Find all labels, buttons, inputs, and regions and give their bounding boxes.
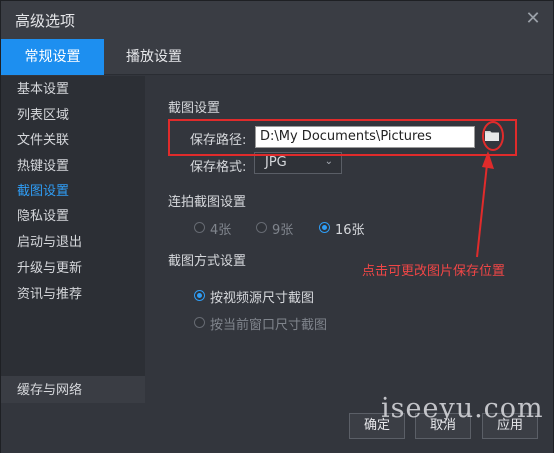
burst-option-16[interactable]: 16张: [319, 219, 379, 238]
annotation-arrow-icon: [476, 151, 494, 258]
burst-section-title: 连拍截图设置: [168, 195, 247, 210]
mode-option-window-size[interactable]: 按当前窗口尺寸截图: [194, 314, 354, 333]
radio-icon: [194, 317, 205, 328]
sidebar-item-news[interactable]: 资讯与推荐: [17, 284, 82, 306]
tab-bar: 常规设置 播放设置: [1, 39, 553, 75]
annotation-highlight-circle: [482, 121, 504, 151]
radio-selected-icon: [194, 290, 205, 301]
sidebar-item-label: 缓存与网络: [17, 383, 83, 398]
tab-general-settings[interactable]: 常规设置: [1, 39, 104, 75]
save-format-value: JPG: [265, 155, 287, 170]
tab-playback-settings[interactable]: 播放设置: [104, 39, 204, 75]
sidebar-item-screenshot[interactable]: 截图设置: [17, 181, 69, 203]
annotation-text: 点击可更改图片保存位置: [362, 264, 506, 279]
mode-option-video-source[interactable]: 按视频源尺寸截图: [194, 287, 334, 306]
radio-icon: [256, 222, 267, 233]
radio-icon: [194, 222, 205, 233]
window-title: 高级选项: [15, 12, 76, 30]
burst-option-4[interactable]: 4张: [194, 219, 244, 238]
burst-option-label: 4张: [210, 223, 232, 238]
burst-option-label: 9张: [272, 223, 294, 238]
burst-option-9[interactable]: 9张: [256, 219, 306, 238]
close-icon[interactable]: ✕: [523, 9, 543, 29]
burst-option-label: 16张: [335, 223, 365, 238]
sidebar-item-file-association[interactable]: 文件关联: [17, 130, 69, 152]
save-format-label: 保存格式:: [190, 160, 247, 175]
sidebar-item-list-area[interactable]: 列表区域: [17, 105, 69, 127]
screenshot-section-title: 截图设置: [168, 101, 221, 116]
radio-selected-icon: [319, 222, 330, 233]
title-bar: 高级选项 ✕: [1, 1, 553, 39]
mode-option-label: 按视频源尺寸截图: [210, 291, 315, 306]
watermark-text: iseeyu.com: [381, 393, 544, 424]
advanced-options-dialog: 高级选项 ✕ 常规设置 播放设置 基本设置 列表区域 文件关联 热键设置 截图设…: [0, 0, 554, 453]
sidebar-item-startup-exit[interactable]: 启动与退出: [17, 232, 82, 254]
sidebar-item-upgrade[interactable]: 升级与更新: [17, 258, 82, 280]
sidebar-item-hotkeys[interactable]: 热键设置: [17, 156, 69, 178]
mode-section-title: 截图方式设置: [168, 254, 247, 269]
sidebar-item-cache-network[interactable]: 缓存与网络: [1, 376, 145, 403]
sidebar-item-basic[interactable]: 基本设置: [17, 79, 69, 101]
mode-option-label: 按当前窗口尺寸截图: [210, 318, 328, 333]
sidebar-item-privacy[interactable]: 隐私设置: [17, 206, 69, 228]
chevron-down-icon: ⌄: [324, 156, 333, 167]
sidebar: 基本设置 列表区域 文件关联 热键设置 截图设置 隐私设置 启动与退出 升级与更…: [1, 76, 145, 403]
